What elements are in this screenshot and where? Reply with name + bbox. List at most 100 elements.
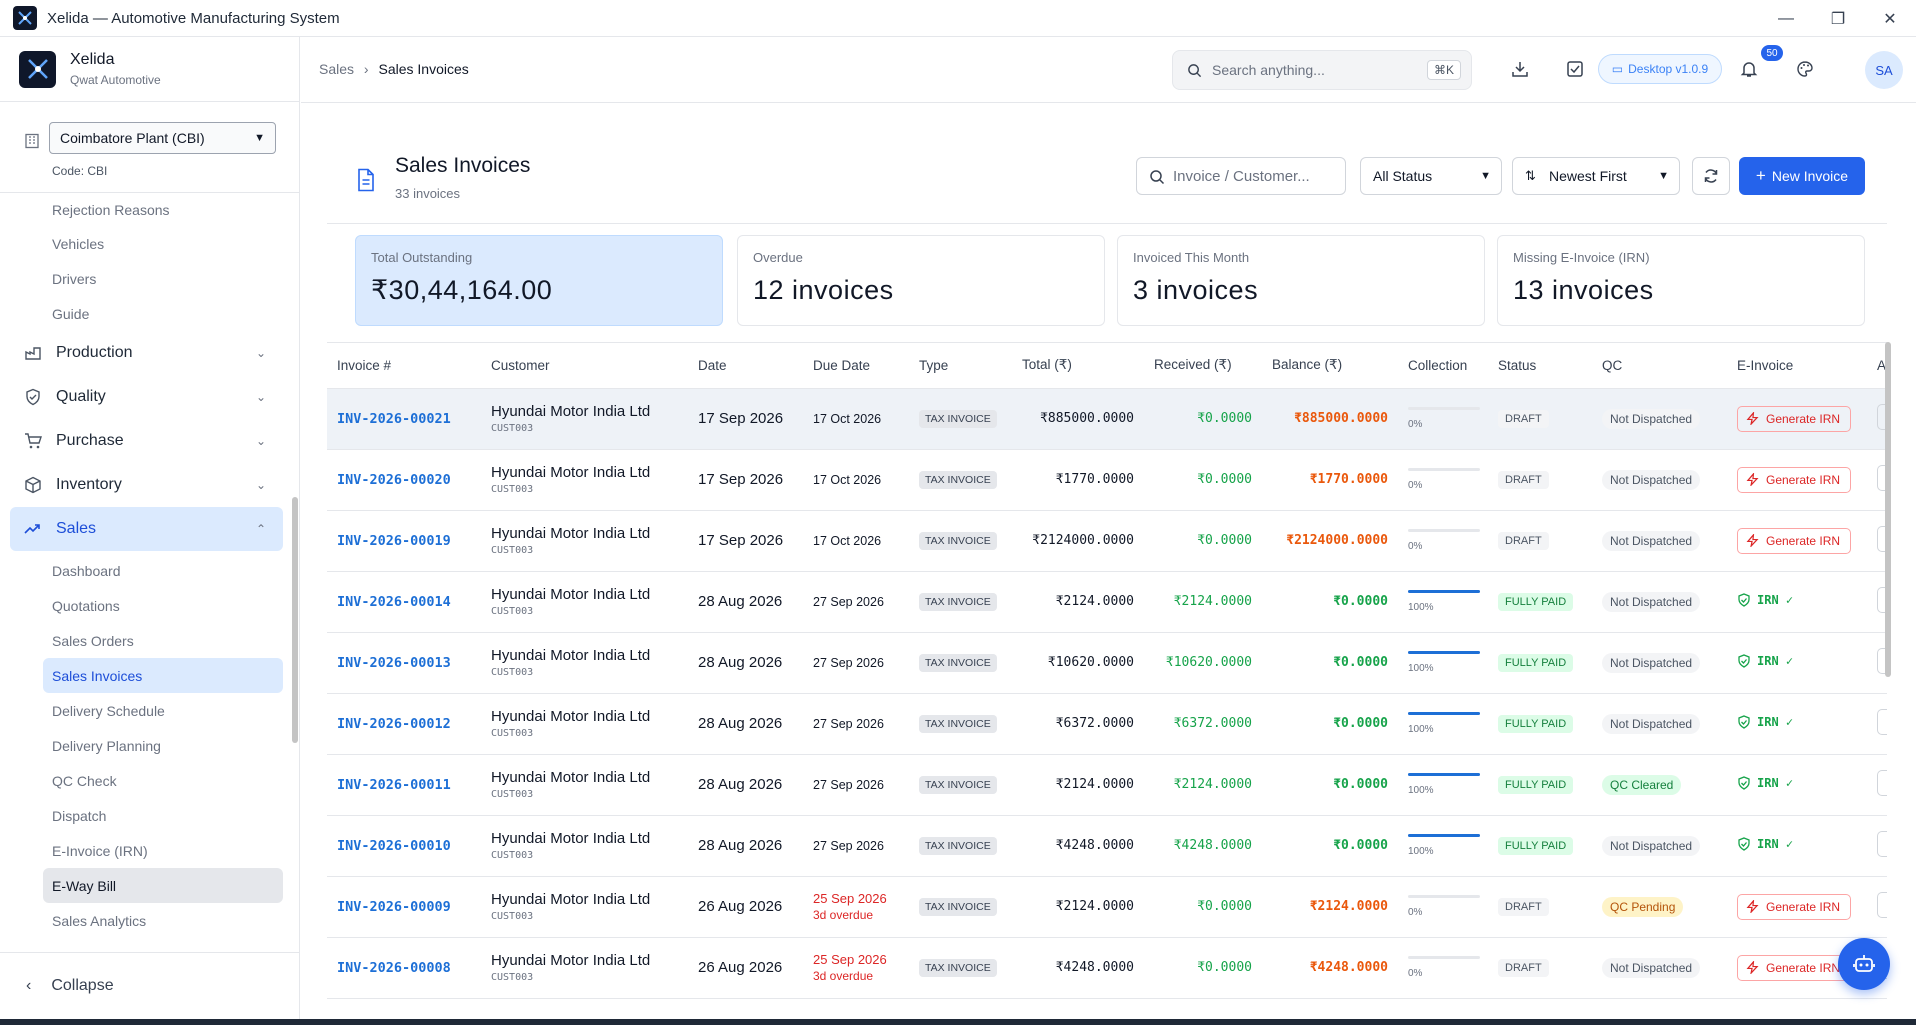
- col-collection[interactable]: Collection: [1398, 343, 1488, 389]
- col-customer[interactable]: Customer: [481, 343, 688, 389]
- download-icon[interactable]: [1508, 57, 1532, 81]
- minimize-icon[interactable]: —: [1760, 0, 1812, 37]
- plant-select[interactable]: Coimbatore Plant (CBI) ▼: [49, 122, 276, 154]
- sidebar-group-production[interactable]: Production ⌄: [0, 331, 300, 375]
- received-amount: ₹2124.0000: [1144, 571, 1262, 633]
- invoice-link[interactable]: INV-2026-00011: [337, 777, 451, 793]
- bell-icon[interactable]: [1737, 57, 1761, 81]
- invoice-link[interactable]: INV-2026-00010: [337, 838, 451, 854]
- col-date[interactable]: Date: [688, 343, 803, 389]
- col-type[interactable]: Type: [909, 343, 1012, 389]
- window-titlebar: Xelida — Automotive Manufacturing System…: [0, 0, 1916, 37]
- generate-irn-button[interactable]: Generate IRN: [1737, 527, 1852, 554]
- col-status[interactable]: Status: [1488, 343, 1592, 389]
- generate-irn-button[interactable]: Generate IRN: [1737, 405, 1852, 432]
- table-row[interactable]: INV-2026-00011 Hyundai Motor India Ltd CU…: [327, 754, 1887, 816]
- sidebar-item-sales-invoices[interactable]: Sales Invoices: [43, 658, 283, 693]
- sidebar-item-e-invoice[interactable]: E-Invoice (IRN): [0, 833, 300, 868]
- sidebar-group-sales[interactable]: Sales ⌃: [10, 507, 283, 551]
- invoice-link[interactable]: INV-2026-00021: [337, 411, 451, 427]
- row-action-button[interactable]: [1877, 892, 1887, 918]
- col-due-date[interactable]: Due Date: [803, 343, 909, 389]
- sidebar-item-delivery-schedule[interactable]: Delivery Schedule: [0, 693, 300, 728]
- breadcrumb-sales[interactable]: Sales: [319, 61, 354, 77]
- row-action-button[interactable]: [1877, 831, 1887, 857]
- sidebar-group-purchase[interactable]: Purchase ⌄: [0, 419, 300, 463]
- col-balance[interactable]: Balance (₹): [1262, 343, 1398, 389]
- total-amount: ₹10620.0000: [1012, 632, 1144, 694]
- table-row[interactable]: INV-2026-00020 Hyundai Motor India Ltd CU…: [327, 449, 1887, 511]
- invoice-date: 28 Aug 2026: [698, 593, 783, 610]
- collection-percent: 0%: [1408, 419, 1423, 430]
- sidebar-item-dashboard[interactable]: Dashboard: [0, 553, 300, 588]
- generate-irn-button[interactable]: Generate IRN: [1737, 893, 1852, 920]
- table-row[interactable]: INV-2026-00010 Hyundai Motor India Ltd CU…: [327, 815, 1887, 877]
- sort-select[interactable]: ⇅ Newest First ▼: [1512, 157, 1680, 195]
- row-action-button[interactable]: [1877, 709, 1887, 735]
- row-action-button[interactable]: [1877, 770, 1887, 796]
- sidebar-item-drivers[interactable]: Drivers: [0, 261, 300, 296]
- sidebar-item-delivery-planning[interactable]: Delivery Planning: [0, 728, 300, 763]
- generate-irn-button[interactable]: Generate IRN: [1737, 954, 1852, 981]
- table-row[interactable]: INV-2026-00012 Hyundai Motor India Ltd CU…: [327, 693, 1887, 755]
- sidebar-item-qc-check[interactable]: QC Check: [0, 763, 300, 798]
- col-invoice[interactable]: Invoice #: [327, 343, 481, 389]
- sidebar-item-sales-orders[interactable]: Sales Orders: [0, 623, 300, 658]
- version-badge[interactable]: ▭ Desktop v1.0.9: [1598, 54, 1722, 84]
- table-row[interactable]: INV-2026-00008 Hyundai Motor India Ltd CU…: [327, 937, 1887, 999]
- collection-bar: [1408, 895, 1480, 898]
- restore-icon[interactable]: ❐: [1812, 0, 1864, 37]
- trend-icon: [24, 520, 42, 538]
- sidebar-item-dispatch[interactable]: Dispatch: [0, 798, 300, 833]
- sidebar-item-guide[interactable]: Guide: [0, 296, 300, 331]
- sidebar-item-e-way-bill[interactable]: E-Way Bill: [43, 868, 283, 903]
- sidebar-item-sales-analytics[interactable]: Sales Analytics: [0, 903, 300, 938]
- col-total[interactable]: Total (₹): [1012, 343, 1144, 389]
- sidebar-group-quality[interactable]: Quality ⌄: [0, 375, 300, 419]
- table-row[interactable]: INV-2026-00013 Hyundai Motor India Ltd CU…: [327, 632, 1887, 694]
- invoice-search-input[interactable]: Invoice / Customer...: [1136, 157, 1346, 195]
- sidebar-scrollbar[interactable]: [292, 497, 298, 743]
- assistant-button[interactable]: [1838, 938, 1890, 990]
- invoice-link[interactable]: INV-2026-00012: [337, 716, 451, 732]
- table-scrollbar[interactable]: [1885, 342, 1891, 677]
- table-row[interactable]: INV-2026-00019 Hyundai Motor India Ltd CU…: [327, 510, 1887, 572]
- col-received[interactable]: Received (₹): [1144, 343, 1262, 389]
- table-row[interactable]: INV-2026-00021 Hyundai Motor India Ltd CU…: [327, 388, 1887, 450]
- qc-badge: QC Cleared: [1602, 774, 1682, 795]
- invoice-link[interactable]: INV-2026-00009: [337, 899, 451, 915]
- table-row[interactable]: INV-2026-00009 Hyundai Motor India Ltd CU…: [327, 876, 1887, 938]
- page-subtitle: 33 invoices: [395, 186, 461, 201]
- global-search[interactable]: Search anything... ⌘K: [1172, 50, 1472, 90]
- sidebar-item-rejection-reasons[interactable]: Rejection Reasons: [0, 194, 300, 226]
- close-icon[interactable]: ✕: [1864, 0, 1916, 37]
- collapse-button[interactable]: ‹ Collapse: [0, 952, 300, 1019]
- sidebar-item-quotations[interactable]: Quotations: [0, 588, 300, 623]
- sidebar-item-vehicles[interactable]: Vehicles: [0, 226, 300, 261]
- due-date: 27 Sep 2026: [813, 655, 884, 670]
- palette-icon[interactable]: [1793, 57, 1817, 81]
- invoice-link[interactable]: INV-2026-00019: [337, 533, 451, 549]
- tasks-icon[interactable]: [1563, 57, 1587, 81]
- new-invoice-button[interactable]: + New Invoice: [1739, 157, 1865, 195]
- status-filter-select[interactable]: All Status ▼: [1360, 157, 1502, 195]
- invoice-link[interactable]: INV-2026-00020: [337, 472, 451, 488]
- avatar[interactable]: SA: [1865, 51, 1903, 89]
- generate-irn-button[interactable]: Generate IRN: [1737, 466, 1852, 493]
- invoice-date: 26 Aug 2026: [698, 959, 783, 976]
- customer-name: Hyundai Motor India Ltd: [491, 830, 651, 847]
- col-e-invoice[interactable]: E-Invoice: [1727, 343, 1867, 389]
- invoice-link[interactable]: INV-2026-00013: [337, 655, 451, 671]
- invoice-link[interactable]: INV-2026-00014: [337, 594, 451, 610]
- sidebar-group-inventory[interactable]: Inventory ⌄: [0, 463, 300, 507]
- col-qc[interactable]: QC: [1592, 343, 1727, 389]
- refresh-button[interactable]: [1692, 157, 1730, 195]
- chevron-down-icon: ⌄: [255, 390, 266, 404]
- stat-label: Invoiced This Month: [1133, 250, 1250, 265]
- invoice-link[interactable]: INV-2026-00008: [337, 960, 451, 976]
- desktop-icon: ▭: [1611, 62, 1624, 76]
- plant-selector: Coimbatore Plant (CBI) ▼ Code: CBI: [0, 102, 299, 193]
- table-row[interactable]: INV-2026-00014 Hyundai Motor India Ltd CU…: [327, 571, 1887, 633]
- total-amount: ₹885000.0000: [1012, 388, 1144, 450]
- customer-code: CUST003: [491, 789, 534, 800]
